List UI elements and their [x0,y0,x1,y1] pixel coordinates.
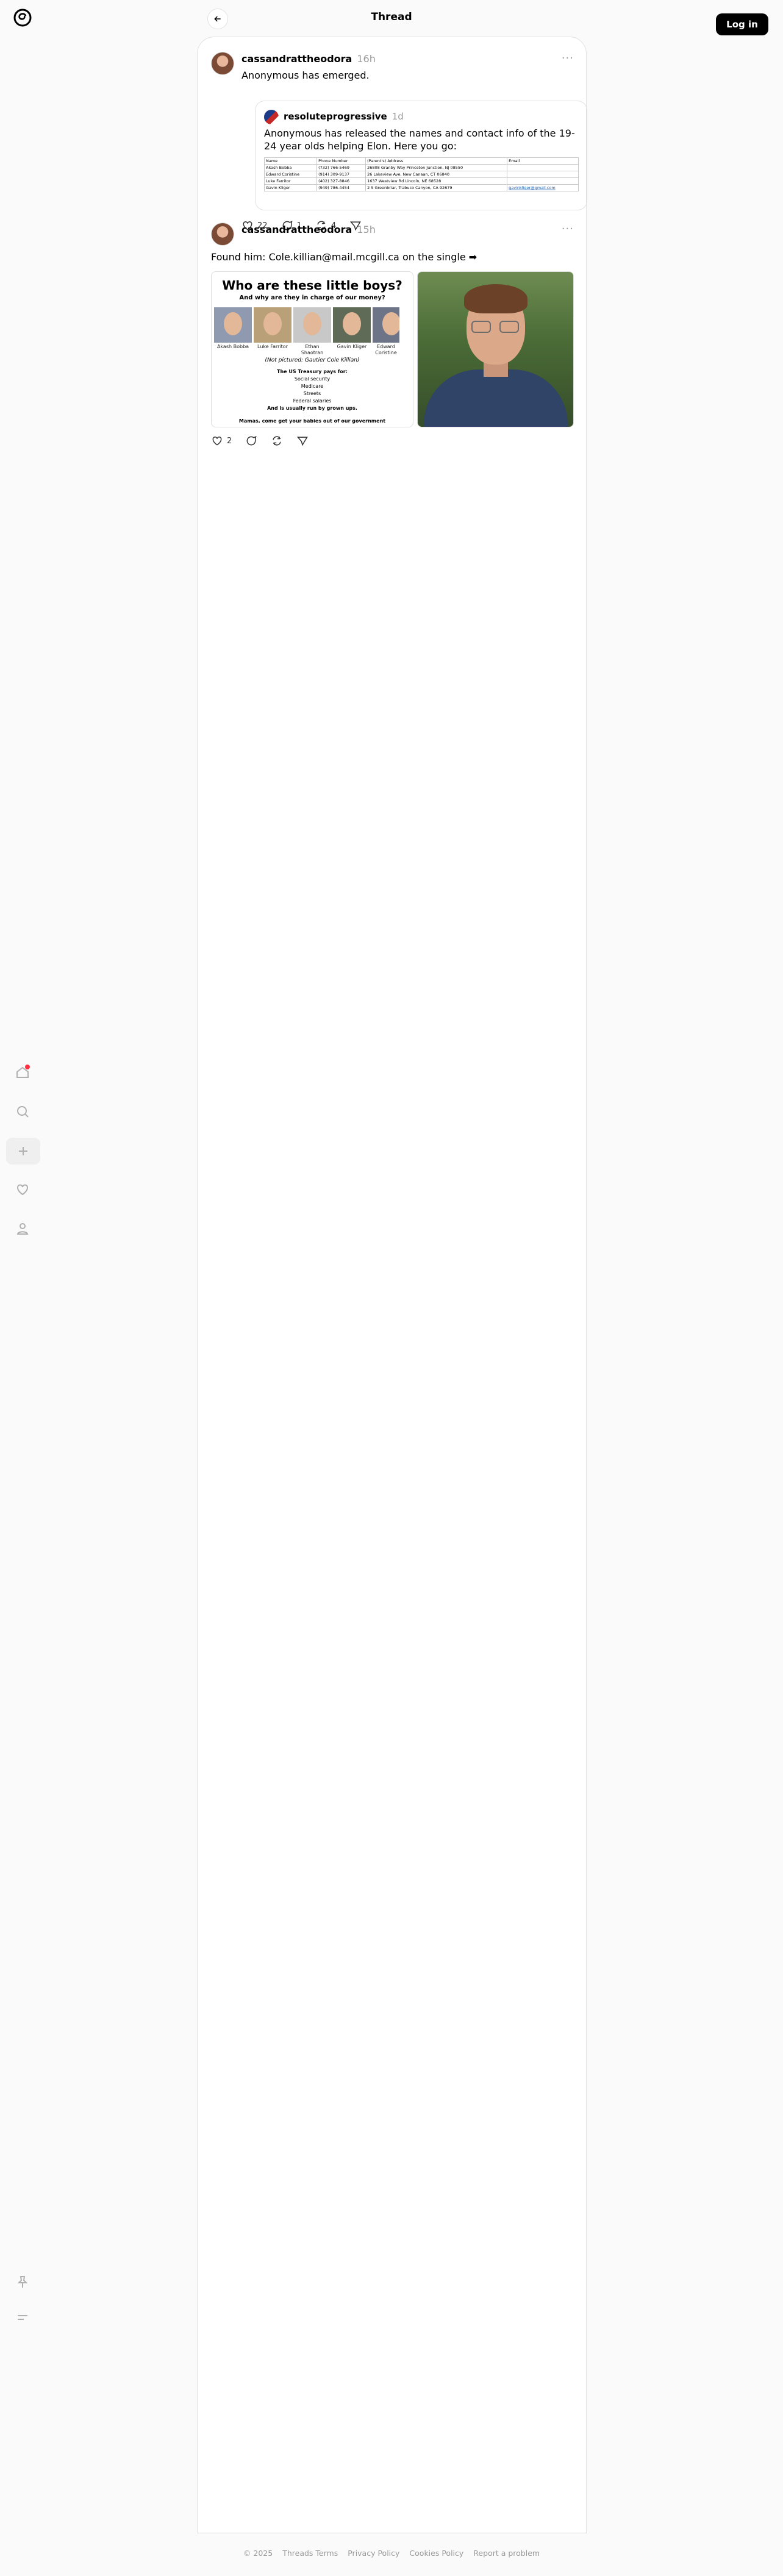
table-cell: (949) 786-4454 [316,184,366,191]
table-cell: (402) 327-8846 [316,177,366,185]
table-cell: (914) 309-9137 [316,171,366,178]
table-header: Phone Number [316,157,366,165]
pin-icon[interactable] [12,2272,33,2292]
more-options-icon[interactable]: ··· [562,52,574,65]
send-icon [297,437,309,446]
share-button[interactable] [296,435,309,447]
activity-icon[interactable] [12,1179,33,1200]
quote-author[interactable]: resoluteprogressive [284,111,387,122]
post-text: Found him: Cole.killian@mail.mcgill.ca o… [211,251,477,263]
footer-link-report[interactable]: Report a problem [473,2549,540,2558]
person-photo: Edward Coristine [373,307,399,356]
post-image-portrait[interactable] [417,271,574,427]
footer-link-privacy[interactable]: Privacy Policy [348,2549,399,2558]
person-name: Luke Farritor [257,344,288,349]
person-name: Akash Bobba [216,344,249,349]
table-cell: Gavin Kliger [263,184,318,191]
quote-time: 1d [392,111,404,122]
copyright-text: © 2025 [243,2549,273,2558]
table-row: Luke Farritor (402) 327-8846 1637 Westvi… [263,177,579,185]
image-lines: The US Treasury pays for: Social securit… [212,368,413,412]
person-photo: Akash Bobba [214,307,252,356]
post-time: 16h [357,53,376,65]
footer-link-cookies[interactable]: Cookies Policy [409,2549,463,2558]
profile-icon[interactable] [12,1218,33,1239]
reply-button[interactable] [245,435,257,447]
person-name: Edward Coristine [375,344,397,355]
table-cell: (732) 766-5469 [316,164,366,171]
table-row: Edward Coristine (914) 309-9137 26 Lakev… [263,171,579,178]
doxx-table-image: Name Phone Number (Parent's) Address Ema… [263,157,579,191]
people-photos: Akash Bobba Luke Farritor Ethan Shaotran… [214,307,399,356]
person-photo: Ethan Shaotran [293,307,331,356]
home-icon[interactable] [12,1062,33,1083]
page-footer: © 2025 Threads Terms Privacy Policy Cook… [0,2549,783,2558]
image-line: The US Treasury pays for: [277,369,348,374]
search-icon[interactable] [12,1101,33,1122]
avatar[interactable] [211,223,234,246]
image-footer: Mamas, come get your babies out of our g… [238,418,386,424]
table-header: Email [507,157,579,165]
table-cell [507,164,579,171]
menu-icon[interactable] [12,2307,33,2328]
table-cell: Akash Bobba [263,164,318,171]
post-2: cassandrattheodora 15h ··· Found him: Col… [211,223,574,491]
post-author[interactable]: cassandrattheodora [241,224,352,235]
login-button[interactable]: Log in [716,13,768,35]
create-icon[interactable] [6,1138,40,1165]
thread-panel: cassandrattheodora 16h ··· Anonymous has … [197,37,587,2533]
person-photo: Gavin Kliger [333,307,371,356]
table-cell [507,171,579,178]
post-image-infographic[interactable]: Who are these little boys? And why are t… [211,271,413,427]
post-time: 15h [357,224,376,235]
table-cell: 1637 Westview Rd Lincoln, NE 68528 [365,177,508,185]
page-title: Thread [371,11,412,23]
table-cell: Luke Farritor [263,177,318,185]
quote-avatar[interactable] [264,110,279,124]
table-row: Akash Bobba (732) 766-5469 26808 Granby … [263,164,579,171]
like-count: 2 [227,436,232,446]
quote-text: Anonymous has released the names and con… [264,127,575,152]
footer-link-terms[interactable]: Threads Terms [282,2549,338,2558]
comment-icon [246,436,257,446]
image-subtitle: And why are they in charge of our money? [239,294,385,301]
image-title: Who are these little boys? [222,278,402,293]
person-photo: Luke Farritor [254,307,291,356]
like-button[interactable]: 2 [211,435,232,447]
table-row: Gavin Kliger (949) 786-4454 2 S Greenbri… [263,184,579,191]
table-cell: 26808 Granby Way Princeton Junction, NJ … [365,164,508,171]
person-name: Ethan Shaotran [301,344,324,355]
repost-icon [273,436,281,446]
image-line: Social security [294,376,331,382]
table-cell [507,177,579,185]
table-cell: Edward Coristine [263,171,318,178]
notification-dot [25,1065,30,1069]
table-cell: 2 S Greenbriar, Trabuco Canyon, CA 92679 [365,184,508,191]
post-author[interactable]: cassandrattheodora [241,53,352,65]
table-cell: gavinkliger@gmail.com [507,184,579,191]
table-header: (Parent's) Address [365,157,508,165]
image-note: (Not pictured: Gautier Cole Killian) [265,357,360,363]
image-line: Federal salaries [293,398,332,404]
post-1: cassandrattheodora 16h ··· Anonymous has … [211,52,587,235]
repost-button[interactable] [271,435,283,447]
table-cell: 26 Lakeview Ave, New Canaan, CT 06840 [365,171,508,178]
avatar[interactable] [211,52,234,75]
post-actions: 2 [211,435,309,447]
person-name: Gavin Kliger [337,344,367,349]
heart-icon [212,436,222,446]
image-line: And is usually run by grown ups. [267,405,357,411]
more-options-icon[interactable]: ··· [562,223,574,235]
image-line: Medicare [301,384,324,389]
post-text: Anonymous has emerged. [241,70,370,81]
image-line: Streets [303,391,321,396]
quoted-post[interactable]: resoluteprogressive 1d Anonymous has rele… [255,101,587,210]
table-header: Name [263,157,318,165]
